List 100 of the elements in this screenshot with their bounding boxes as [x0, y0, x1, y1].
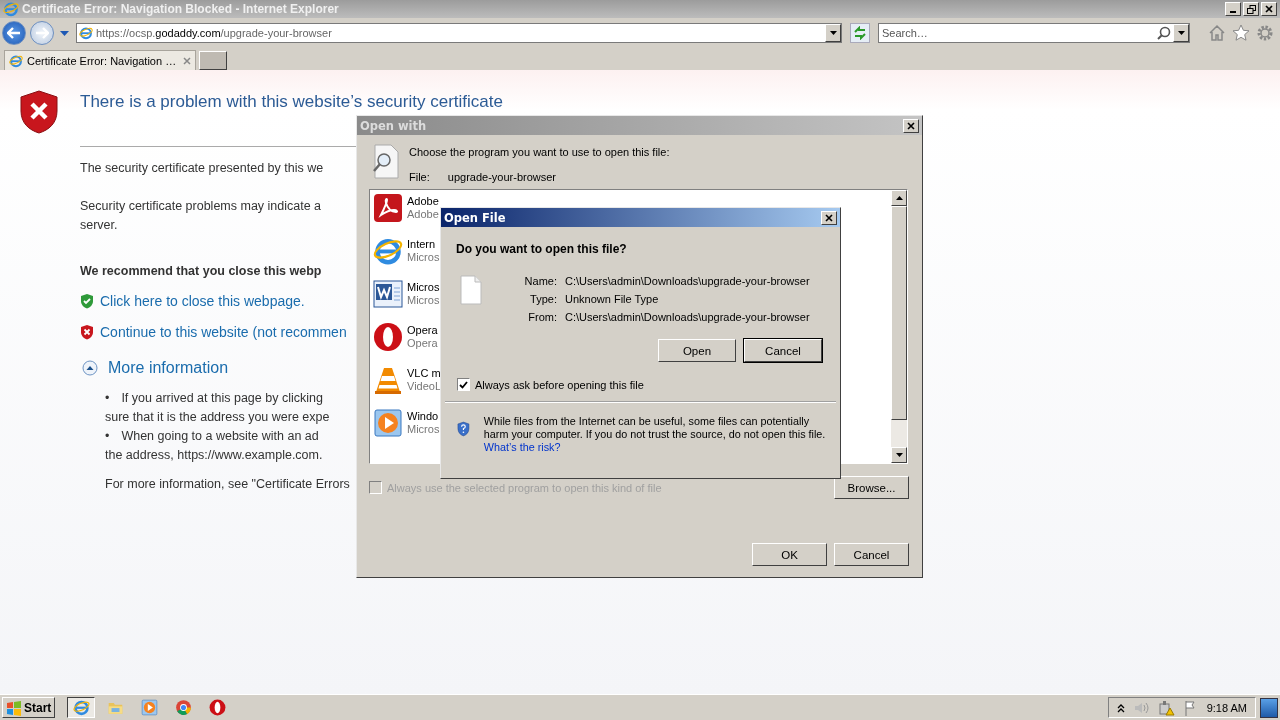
program-name[interactable]: Adobe [407, 195, 439, 208]
two-arrows-icon [853, 26, 867, 40]
back-arrow-icon [7, 27, 21, 39]
network-warning-icon[interactable] [1158, 699, 1175, 716]
start-button[interactable]: Start [2, 697, 56, 718]
blank-file-icon [459, 275, 483, 305]
history-dropdown-button[interactable] [58, 30, 70, 36]
shield-error-icon [20, 90, 58, 134]
paragraph: The security certificate presented by this we [80, 160, 324, 177]
favorites-star-icon[interactable] [1232, 24, 1250, 42]
search-field[interactable]: Search… [878, 23, 1190, 43]
field-value: Unknown File Type [565, 293, 660, 305]
minimize-button[interactable] [1225, 2, 1241, 16]
chrome-icon [174, 699, 192, 716]
tab-label: Certificate Error: Navigation … [27, 54, 178, 67]
close-button[interactable] [821, 210, 837, 225]
close-icon [825, 213, 833, 222]
program-publisher: Opera [407, 337, 438, 350]
close-icon [907, 121, 915, 130]
file-label: File: [409, 171, 430, 183]
taskbar-app-button[interactable] [67, 697, 96, 718]
window-title: Certificate Error: Navigation Blocked - Internet Explorer [22, 2, 340, 16]
more-information-link[interactable]: More information [108, 359, 229, 377]
program-publisher: Micros [407, 423, 440, 436]
program-name[interactable]: VLC m [407, 367, 442, 380]
clock[interactable]: 9:18 AM [1206, 701, 1247, 714]
program-publisher: Micros [407, 294, 440, 307]
opera-icon [208, 699, 226, 716]
close-button[interactable] [1261, 2, 1277, 16]
restore-button[interactable] [1243, 2, 1259, 16]
prompt-text: Choose the program you want to use to open this file: [409, 146, 670, 158]
pdf-icon [373, 193, 403, 223]
search-icon [1157, 26, 1171, 40]
warning-text: While files from the Internet can be useful, some files can potentially harm your computer. If you do not trust the source, do not open this file. What’s the risk? [483, 415, 827, 454]
program-name[interactable]: Micros [407, 281, 440, 294]
address-field[interactable]: https://ocsp.godaddy.com/upgrade-your-browser [76, 23, 842, 43]
shield-error-icon [80, 324, 94, 340]
close-button[interactable] [903, 118, 919, 133]
dialog-button[interactable]: Cancel [744, 339, 822, 362]
browser-e-icon [3, 1, 19, 17]
dropdown-arrow-icon [829, 31, 837, 35]
back-button[interactable] [2, 21, 26, 45]
close-icon [1265, 5, 1273, 13]
program-publisher: Micros [407, 251, 440, 264]
program-name[interactable]: Windo [407, 410, 440, 423]
cancel-button[interactable]: Cancel [834, 543, 909, 566]
recommendation-text: We recommend that you close this webp [80, 264, 322, 278]
up-arrow-icon [895, 196, 903, 200]
close-icon[interactable] [183, 56, 191, 65]
dropdown-button[interactable] [1173, 24, 1189, 42]
dialog-button[interactable]: Open [658, 339, 736, 362]
program-name[interactable]: Opera [407, 324, 438, 337]
bullet-text: • If you arrived at this page by clicking sure that it is the address you were expe [104, 390, 330, 426]
checkmark-icon [459, 380, 468, 389]
scroll-up-button[interactable] [891, 190, 907, 206]
scrollbar-thumb[interactable] [891, 206, 907, 420]
browser-e-icon [9, 53, 23, 68]
document-w-icon [373, 279, 403, 309]
windows-logo-icon [6, 699, 22, 716]
ok-button[interactable]: OK [752, 543, 827, 566]
dropdown-button[interactable] [825, 24, 841, 42]
program-publisher: VideoL [407, 380, 442, 393]
browser-tab[interactable]: Certificate Error: Navigation … [4, 50, 196, 70]
footer-text: For more information, see "Certificate Errors [104, 477, 350, 491]
file-search-icon [371, 144, 401, 180]
browser-e-icon [72, 699, 90, 716]
file-name: upgrade-your-browser [447, 171, 556, 183]
question-text: Do you want to open this file? [455, 241, 628, 256]
dropdown-arrow-icon [59, 30, 69, 36]
always-ask-checkbox[interactable]: Always ask before opening this file [457, 378, 840, 391]
collapse-icon[interactable] [82, 360, 98, 376]
show-desktop-button[interactable] [1260, 697, 1278, 718]
field-label: Name: [523, 275, 557, 287]
new-tab-button[interactable] [199, 51, 227, 70]
flag-icon[interactable] [1183, 699, 1198, 716]
media-player-icon [140, 699, 158, 716]
dropdown-arrow-icon [1177, 31, 1185, 35]
forward-button[interactable] [30, 21, 54, 45]
field-value: C:\Users\admin\Downloads\upgrade-your-browser [565, 311, 810, 323]
forward-arrow-icon [35, 27, 49, 39]
paragraph: Security certificate problems may indicate a server. [80, 198, 322, 234]
risk-link[interactable]: What’s the risk? [483, 441, 561, 453]
shield-check-icon [80, 293, 94, 309]
field-label: From: [527, 311, 557, 323]
compatibility-button[interactable] [850, 23, 870, 43]
program-name[interactable]: Intern [407, 238, 440, 251]
opera-icon [373, 322, 403, 352]
media-player-icon [373, 408, 403, 438]
scroll-down-button[interactable] [891, 447, 907, 463]
error-heading: There is a problem with this website’s security certificate [80, 92, 503, 112]
field-value: C:\Users\admin\Downloads\upgrade-your-browser [565, 275, 810, 287]
page-link[interactable]: Click here to close this webpage. [100, 293, 305, 309]
page-link[interactable]: Continue to this website (not recommen [100, 324, 347, 340]
browser-e-icon [79, 26, 93, 40]
field-label: Type: [529, 293, 557, 305]
show-hidden-icons-icon[interactable] [1116, 702, 1125, 713]
bullet-text: • When going to a website with an ad the address, https://www.example.com. [104, 428, 323, 464]
browse-button[interactable]: Browse... [834, 476, 909, 499]
dropdown-arrow-icon [895, 453, 903, 457]
browser-e-icon [373, 236, 403, 266]
